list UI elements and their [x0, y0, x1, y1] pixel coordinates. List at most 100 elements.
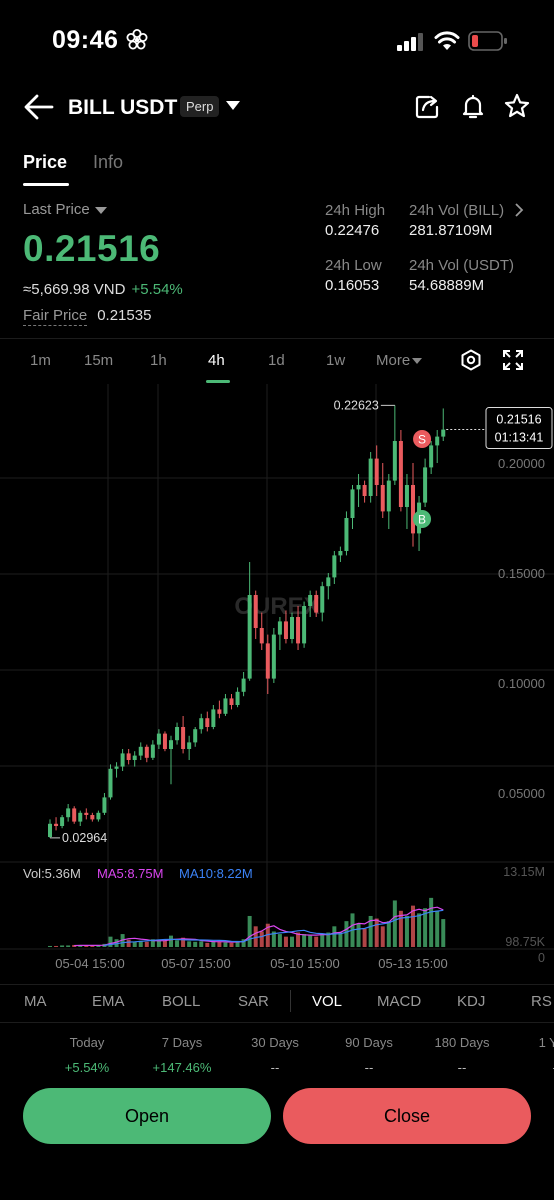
- star-icon[interactable]: [504, 93, 530, 119]
- candle-body: [126, 753, 131, 760]
- volume-bar: [193, 941, 198, 947]
- open-button[interactable]: Open: [23, 1088, 271, 1144]
- candle-body: [205, 718, 210, 727]
- flower-icon: [126, 29, 148, 50]
- perf-value: --: [364, 1060, 374, 1074]
- x-tick-label: 05-04 15:00: [55, 956, 124, 971]
- fair-price-label[interactable]: Fair Price: [23, 307, 88, 326]
- x-tick-label: 05-13 15:00: [378, 956, 447, 971]
- indicator-ema[interactable]: EMA: [92, 993, 125, 1010]
- fullscreen-icon[interactable]: [502, 349, 524, 371]
- volume-bar: [108, 936, 113, 947]
- vnd-value: ≈5,669.98 VND: [23, 281, 126, 298]
- ma10-label: MA10:8.22M: [179, 866, 253, 881]
- volume-bar: [66, 945, 71, 947]
- last-price-selector[interactable]: Last Price: [23, 201, 107, 218]
- candle-body: [350, 489, 355, 518]
- candle-body: [120, 753, 125, 767]
- candle-body: [356, 485, 361, 490]
- volume-bar: [175, 940, 180, 947]
- candle-body: [265, 643, 270, 679]
- settings-icon[interactable]: [460, 349, 482, 371]
- volume-bar: [356, 923, 361, 947]
- candle-body: [247, 595, 252, 679]
- indicator-macd[interactable]: MACD: [377, 993, 421, 1010]
- interval-4h[interactable]: 4h: [208, 352, 225, 369]
- pair-title[interactable]: BILL USDT: [68, 96, 177, 120]
- x-tick-label: 05-10 15:00: [270, 956, 339, 971]
- y-tick-label: 0.15000: [498, 566, 545, 581]
- candle-body: [84, 812, 89, 815]
- status-time: 09:46: [52, 26, 119, 54]
- volume-bar: [162, 940, 167, 947]
- volume-label: Vol:5.36M: [23, 866, 81, 881]
- volume-bar: [223, 942, 228, 947]
- back-arrow-icon[interactable]: [24, 94, 54, 120]
- candle-body: [362, 485, 367, 496]
- candle-body: [223, 698, 228, 714]
- volume-bar: [169, 935, 173, 947]
- min-price-label: 0.02964: [62, 831, 107, 845]
- candle-body: [296, 617, 301, 644]
- chevron-right-icon[interactable]: [514, 203, 524, 217]
- candle-body: [102, 797, 107, 813]
- volume-bar: [48, 945, 52, 947]
- candle-body: [435, 436, 440, 446]
- caret-down-icon[interactable]: [226, 101, 240, 111]
- candlestick-chart[interactable]: OUREX 0.20000 0.15000 0.10000 0.05000 0.22623…: [0, 384, 554, 984]
- share-icon[interactable]: [414, 94, 440, 120]
- active-interval-indicator: [206, 380, 230, 383]
- candle-body: [54, 823, 59, 826]
- indicator-vol[interactable]: VOL: [312, 993, 342, 1010]
- indicator-sar[interactable]: SAR: [238, 993, 269, 1010]
- candle-body: [156, 733, 161, 745]
- indicator-kdj[interactable]: KDJ: [457, 993, 485, 1010]
- vol-bill-label[interactable]: 24h Vol (BILL): [409, 202, 504, 219]
- tab-price[interactable]: Price: [23, 152, 67, 173]
- indicator-boll[interactable]: BOLL: [162, 993, 200, 1010]
- volume-bar: [417, 913, 422, 947]
- battery-icon: [468, 31, 507, 51]
- interval-15m[interactable]: 15m: [84, 352, 113, 369]
- volume-bar: [259, 931, 264, 947]
- volume-bar: [253, 926, 258, 947]
- candle-body: [404, 485, 409, 507]
- indicator-rsi[interactable]: RS: [531, 993, 552, 1010]
- status-bar: 09:46: [0, 0, 554, 80]
- candle-body: [211, 709, 216, 727]
- volume-bar: [229, 942, 234, 947]
- candle-body: [338, 551, 343, 556]
- interval-1w[interactable]: 1w: [326, 352, 345, 369]
- interval-more[interactable]: More: [376, 352, 423, 369]
- candle-body: [283, 621, 288, 639]
- bell-icon[interactable]: [460, 94, 486, 120]
- candle-body: [326, 577, 331, 587]
- indicator-divider: [290, 990, 291, 1012]
- candle-body: [290, 617, 294, 639]
- performance-row: Today +5.54% 7 Days +147.46% 30 Days -- …: [0, 1022, 554, 1074]
- volume-bar: [60, 945, 65, 947]
- active-tab-indicator: [23, 183, 69, 186]
- interval-1h[interactable]: 1h: [150, 352, 167, 369]
- volume-bar: [374, 918, 379, 947]
- candle-body: [241, 678, 246, 692]
- volume-bar: [235, 941, 240, 947]
- candle-body: [320, 586, 325, 613]
- caret-down-icon: [412, 358, 423, 365]
- perf-value: --: [457, 1060, 467, 1074]
- interval-1d[interactable]: 1d: [268, 352, 285, 369]
- indicator-bar: MA EMA BOLL SAR VOL MACD KDJ RS: [0, 984, 554, 1022]
- candle-countdown: 01:13:41: [495, 431, 544, 445]
- tab-info[interactable]: Info: [93, 152, 123, 173]
- high-label: 24h High: [325, 202, 386, 219]
- interval-1m[interactable]: 1m: [30, 352, 51, 369]
- indicator-ma[interactable]: MA: [24, 993, 47, 1010]
- perf-value: +147.46%: [152, 1060, 212, 1074]
- perf-label: Today: [69, 1035, 105, 1050]
- close-button[interactable]: Close: [283, 1088, 531, 1144]
- low-label: 24h Low: [325, 257, 382, 274]
- current-price-value: 0.21516: [496, 413, 541, 427]
- candle-body: [162, 733, 167, 749]
- volume-bar: [435, 910, 440, 947]
- candle-body: [271, 634, 276, 679]
